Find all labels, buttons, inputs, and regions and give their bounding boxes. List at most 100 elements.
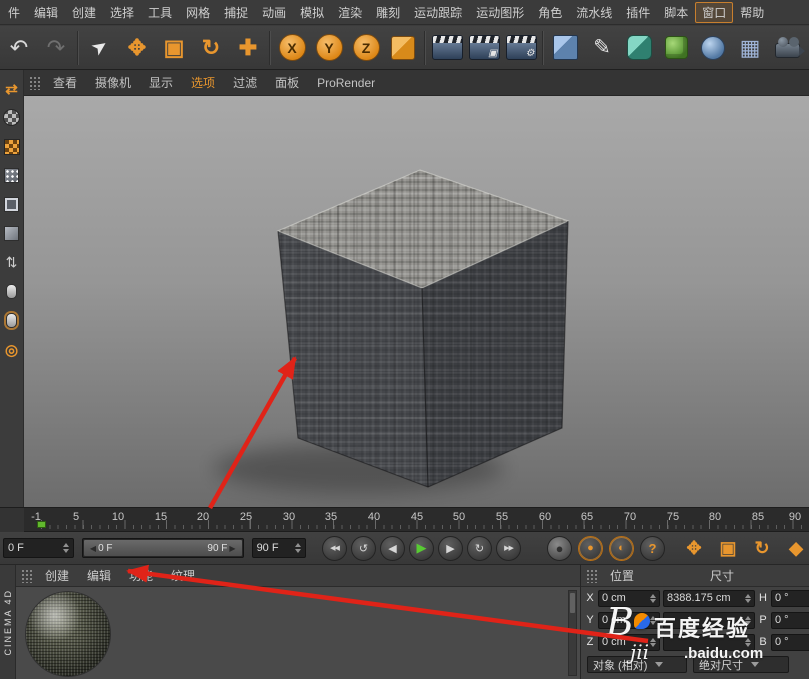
rotate-tool-button[interactable]: ↻ <box>193 29 229 67</box>
rotation-h-field[interactable]: 0 ° <box>771 589 809 607</box>
help-button[interactable]: ? <box>640 535 665 561</box>
current-frame-field[interactable]: 0 F <box>3 538 74 558</box>
cube-primitive-button[interactable] <box>547 29 583 67</box>
menu-item-file[interactable]: 件 <box>1 2 27 23</box>
menu-item-motion-tracker[interactable]: 运动跟踪 <box>407 2 469 23</box>
lock-x-axis-button[interactable]: X <box>274 29 310 67</box>
viewport-menu-filter[interactable]: 过滤 <box>224 74 266 91</box>
value-stepper[interactable] <box>647 615 656 625</box>
previous-frame-button[interactable]: ◀ <box>380 535 405 561</box>
menu-item-help[interactable]: 帮助 <box>733 2 771 23</box>
menu-item-character[interactable]: 角色 <box>531 2 569 23</box>
viewport-menu-prorender[interactable]: ProRender <box>308 76 384 90</box>
position-z-field[interactable]: 0 cm <box>598 633 660 651</box>
frame-stepper[interactable] <box>290 543 301 553</box>
viewport-menu-panel[interactable]: 面板 <box>266 74 308 91</box>
menu-item-script[interactable]: 脚本 <box>657 2 695 23</box>
menu-item-render[interactable]: 渲染 <box>331 2 369 23</box>
menu-item-mesh[interactable]: 网格 <box>179 2 217 23</box>
lock-y-axis-button[interactable]: Y <box>311 29 347 67</box>
menu-item-snap[interactable]: 捕捉 <box>217 2 255 23</box>
loop-button[interactable]: ↻ <box>467 535 492 561</box>
subdivision-surface-button[interactable] <box>621 29 657 67</box>
viewport-3d[interactable] <box>24 96 809 507</box>
play-button[interactable]: ▶ <box>409 535 434 561</box>
rotation-b-field[interactable]: 0 ° <box>771 633 809 651</box>
position-y-field[interactable]: 0 cm <box>598 611 660 629</box>
scrollbar-thumb[interactable] <box>570 593 575 613</box>
animation-mode-button[interactable]: ⇅ <box>0 248 24 277</box>
make-editable-button[interactable]: ⇄ <box>0 74 24 103</box>
move-tool-button[interactable]: ✥ <box>119 29 155 67</box>
live-selection-button[interactable]: ➤ <box>82 29 118 67</box>
viewport-menu-view[interactable]: 查看 <box>44 74 86 91</box>
material-menu-texture[interactable]: 纹理 <box>162 567 204 584</box>
record-position-button[interactable]: ✥ <box>681 535 707 561</box>
model-mode-button[interactable] <box>0 103 24 132</box>
material-menu-create[interactable]: 创建 <box>36 567 78 584</box>
cloner-button[interactable] <box>658 29 694 67</box>
cube-object[interactable] <box>24 96 809 507</box>
play-backwards-button[interactable]: ↺ <box>351 535 376 561</box>
position-x-field[interactable]: 0 cm <box>598 589 660 607</box>
go-to-start-button[interactable]: ◀◀ <box>322 535 347 561</box>
next-frame-button[interactable]: ▶ <box>438 535 463 561</box>
menu-item-animate[interactable]: 动画 <box>255 2 293 23</box>
value-stepper[interactable] <box>742 615 751 625</box>
lock-z-axis-button[interactable]: Z <box>348 29 384 67</box>
menu-item-simulate[interactable]: 模拟 <box>293 2 331 23</box>
camera-button[interactable] <box>769 29 805 67</box>
value-stepper[interactable] <box>647 593 656 603</box>
coordinate-mode-dropdown[interactable]: 对象 (相对) <box>587 656 687 673</box>
render-settings-button[interactable]: ⚙ <box>503 29 539 67</box>
record-scale-button[interactable]: ▣ <box>715 535 741 561</box>
undo-button[interactable]: ↶ <box>1 29 37 67</box>
snap-button[interactable]: ◎ <box>0 335 24 364</box>
material-menu-edit[interactable]: 编辑 <box>78 567 120 584</box>
size-mode-dropdown[interactable]: 绝对尺寸 <box>693 656 789 673</box>
preview-range-slider[interactable]: ◀ 0 F 90 F ▶ <box>81 538 244 558</box>
panel-grip[interactable] <box>21 568 32 583</box>
material-scrollbar[interactable] <box>568 590 577 676</box>
menu-item-window[interactable]: 窗口 <box>695 1 734 23</box>
preview-range-bar[interactable]: ◀ 0 F 90 F ▶ <box>83 540 242 556</box>
menu-item-pipeline[interactable]: 流水线 <box>569 2 619 23</box>
current-frame-marker[interactable] <box>37 521 46 528</box>
panel-grip[interactable] <box>586 568 597 583</box>
texture-mode-button[interactable] <box>0 132 24 161</box>
coordinate-system-button[interactable] <box>385 29 421 67</box>
redo-button[interactable]: ↷ <box>38 29 74 67</box>
material-thumbnail[interactable] <box>26 592 110 676</box>
points-mode-button[interactable] <box>0 161 24 190</box>
end-frame-field[interactable]: 90 F <box>251 538 306 558</box>
viewport-solo-button[interactable] <box>0 277 24 306</box>
material-menu-function[interactable]: 功能 <box>120 567 162 584</box>
size-x-field[interactable]: 8388.175 cm <box>663 589 755 607</box>
viewport-menu-options[interactable]: 选项 <box>182 74 224 91</box>
value-stepper[interactable] <box>742 637 751 647</box>
pen-tool-button[interactable]: ✎ <box>584 29 620 67</box>
keyframe-selection-button[interactable]: ◐ <box>609 535 634 561</box>
menu-item-create[interactable]: 创建 <box>65 2 103 23</box>
rotation-p-field[interactable]: 0 ° <box>771 611 809 629</box>
value-stepper[interactable] <box>742 593 751 603</box>
polygons-mode-button[interactable] <box>0 219 24 248</box>
frame-stepper[interactable] <box>58 543 69 553</box>
menu-item-mograph[interactable]: 运动图形 <box>469 2 531 23</box>
size-z-field[interactable] <box>663 633 755 651</box>
record-rotation-button[interactable]: ↻ <box>749 535 775 561</box>
scale-tool-button[interactable]: ▣ <box>156 29 192 67</box>
record-keyframe-button[interactable]: ● <box>547 535 572 561</box>
menu-item-sculpt[interactable]: 雕刻 <box>369 2 407 23</box>
value-stepper[interactable] <box>647 637 656 647</box>
menu-item-select[interactable]: 选择 <box>103 2 141 23</box>
render-picture-viewer-button[interactable]: ▣ <box>466 29 502 67</box>
menu-item-tools[interactable]: 工具 <box>141 2 179 23</box>
render-view-button[interactable] <box>429 29 465 67</box>
viewport-menu-cameras[interactable]: 摄像机 <box>86 74 140 91</box>
panel-grip[interactable] <box>29 75 40 90</box>
lock-workplane-button[interactable] <box>0 306 24 335</box>
autokey-button[interactable]: ● <box>578 535 603 561</box>
record-parameter-button[interactable]: ◆ <box>783 535 809 561</box>
floor-button[interactable]: ▦ <box>732 29 768 67</box>
